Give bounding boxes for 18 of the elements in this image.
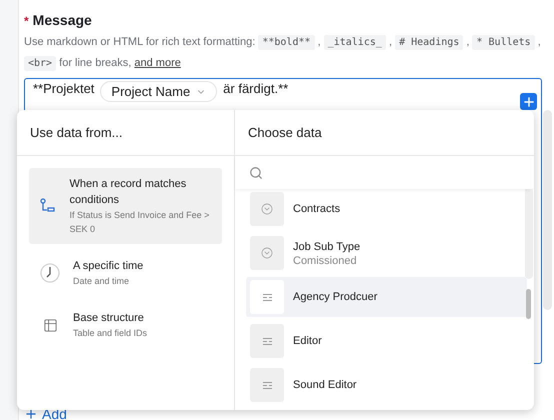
field-name: Contracts [293,202,340,216]
editor-text: är färdigt.** [223,81,288,96]
editor-text: **Projektet [33,81,94,96]
field-name: Editor [293,334,322,348]
source-subtitle: Date and time [73,275,130,288]
field-name: Job Sub Type [293,240,360,254]
source-title: When a record matches conditions [70,177,188,208]
source-subtitle: Table and field IDs [73,327,148,340]
source-title: A specific time [73,259,144,274]
field-value: Comissioned [293,254,358,266]
panel-title: Use data from... [17,110,234,156]
source-subtitle: If Status is Send Invoice and Fee > SEK 0 [70,209,210,236]
field-name: Sound Editor [293,378,357,392]
help-text: Use markdown or HTML for rich text formatting: **bold** , _italics_ , # Headings , * Bullets , <br> for line breaks, and more [24,34,542,73]
source-title: Base structure [73,311,145,326]
field-name: Agency Prodcuer [293,290,378,304]
required-asterisk: * [24,14,29,28]
field-label: Message [32,12,92,28]
